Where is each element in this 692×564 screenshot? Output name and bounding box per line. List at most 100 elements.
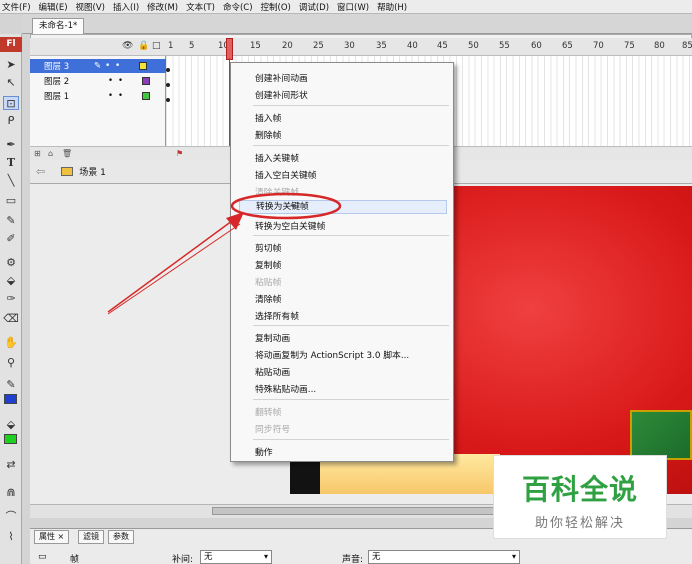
hand-tool-icon[interactable]: ✋ <box>3 336 19 350</box>
keyframe-dot[interactable] <box>166 68 170 72</box>
menu-item-clear-keyframe[interactable]: 清除关键帧 <box>255 185 299 198</box>
menu-item-convert-to-blank-keyframe[interactable]: 转换为空白关键帧 <box>255 219 325 232</box>
ruler-number: 50 <box>468 41 479 51</box>
tab-filters[interactable]: 滤镜 <box>78 530 104 544</box>
brush-tool-icon[interactable]: ✐ <box>3 232 19 246</box>
menu-edit[interactable]: 编辑(E) <box>39 1 68 13</box>
ruler-number: 30 <box>344 41 355 51</box>
rectangle-tool-icon[interactable]: ▭ <box>3 194 19 208</box>
gift-box-artwork <box>630 410 692 460</box>
straighten-option-icon[interactable]: ⌇ <box>3 530 19 544</box>
smooth-option-icon[interactable]: ⌒ <box>3 510 19 524</box>
frame-label: 帧 <box>70 555 80 564</box>
menu-separator <box>253 105 449 106</box>
ruler-number: 55 <box>499 41 510 51</box>
menu-item-copy-frames[interactable]: 复制帧 <box>255 258 281 271</box>
keyframe-dot[interactable] <box>166 98 170 102</box>
layer-color-swatch[interactable] <box>142 77 150 85</box>
tween-select[interactable]: 无 <box>200 550 272 564</box>
menu-item-paste-motion[interactable]: 粘贴动画 <box>255 365 290 378</box>
swap-colors-icon[interactable]: ⇄ <box>3 458 19 472</box>
tab-parameters[interactable]: 参数 <box>108 530 134 544</box>
eyedropper-tool-icon[interactable]: ✑ <box>3 292 19 306</box>
menu-item-copy-motion[interactable]: 复制动画 <box>255 331 290 344</box>
app-logo: Fl <box>0 37 22 52</box>
snap-magnet-icon[interactable]: ⋒ <box>3 486 19 500</box>
menu-text[interactable]: 文本(T) <box>186 1 215 13</box>
ruler-number: 40 <box>407 41 418 51</box>
onion-skin-icon[interactable]: ⚑ <box>176 149 183 158</box>
menu-item-convert-to-keyframe[interactable]: 转换为关键帧 <box>239 200 447 214</box>
menu-separator <box>253 399 449 400</box>
free-transform-tool-icon[interactable]: ⊡ <box>3 96 19 110</box>
document-tab[interactable]: 未命名-1* <box>32 18 85 34</box>
menu-item-reverse-frames[interactable]: 翻转帧 <box>255 405 281 418</box>
menu-item-paste-motion-special[interactable]: 特殊粘贴动画... <box>255 382 316 395</box>
menu-insert[interactable]: 插入(I) <box>113 1 139 13</box>
menu-view[interactable]: 视图(V) <box>76 1 105 13</box>
lasso-tool-icon[interactable]: ᑭ <box>3 114 19 128</box>
layer-row[interactable]: 图层 1 •• <box>30 89 166 103</box>
fill-color-swatch[interactable] <box>4 434 17 444</box>
paint-bucket-tool-icon[interactable]: ⬙ <box>3 274 19 288</box>
context-menu: 创建补间动画 创建补间形状 插入帧 删除帧 插入关键帧 插入空白关键帧 清除关键… <box>230 62 454 462</box>
back-arrow-icon[interactable]: ⇦ <box>36 165 45 178</box>
layer-row[interactable]: 图层 2 •• <box>30 74 166 88</box>
menu-item-actions[interactable]: 動作 <box>255 445 273 458</box>
pen-tool-icon[interactable]: ✒ <box>3 138 19 152</box>
layer-toggles[interactable]: •• <box>105 61 137 71</box>
bone-tool-icon[interactable]: ⚙ <box>3 256 19 270</box>
menu-item-insert-blank-keyframe[interactable]: 插入空白关键帧 <box>255 168 317 181</box>
ruler-number: 20 <box>282 41 293 51</box>
keyframe-dot[interactable] <box>166 83 170 87</box>
menu-item-insert-frame[interactable]: 插入帧 <box>255 111 281 124</box>
playhead[interactable] <box>226 38 233 60</box>
stroke-color-swatch[interactable] <box>4 394 17 404</box>
menu-commands[interactable]: 命令(C) <box>223 1 253 13</box>
layer-color-swatch[interactable] <box>142 92 150 100</box>
menu-item-clear-frames[interactable]: 清除帧 <box>255 292 281 305</box>
menu-item-delete-frame[interactable]: 删除帧 <box>255 128 281 141</box>
stroke-color-icon[interactable]: ✎ <box>3 378 19 392</box>
menu-item-paste-frames[interactable]: 粘贴帧 <box>255 275 281 288</box>
new-layer-icon[interactable]: ⊞ <box>34 149 41 158</box>
ruler-number: 45 <box>437 41 448 51</box>
outline-icon[interactable]: □ <box>152 41 161 51</box>
layer-color-swatch[interactable] <box>139 62 148 70</box>
menu-item-cut-frames[interactable]: 剪切帧 <box>255 241 281 254</box>
menu-item-select-all-frames[interactable]: 选择所有帧 <box>255 309 299 322</box>
menu-item-create-motion-tween[interactable]: 创建补间动画 <box>255 71 308 84</box>
menu-item-create-shape-tween[interactable]: 创建补间形状 <box>255 88 308 101</box>
selection-tool-icon[interactable]: ➤ <box>3 58 19 72</box>
zoom-tool-icon[interactable]: ⚲ <box>3 356 19 370</box>
menu-item-copy-motion-as-as3[interactable]: 将动画复制为 ActionScript 3.0 脚本... <box>255 348 409 361</box>
menu-modify[interactable]: 修改(M) <box>147 1 178 13</box>
scene-label[interactable]: 场景 1 <box>79 165 106 178</box>
subselection-tool-icon[interactable]: ↖ <box>3 76 19 90</box>
line-tool-icon[interactable]: ╲ <box>3 174 19 188</box>
tab-properties[interactable]: 属性 × <box>34 530 70 544</box>
menu-debug[interactable]: 调试(D) <box>299 1 329 13</box>
menu-item-synchronize-symbols[interactable]: 同步符号 <box>255 422 290 435</box>
layer-toggles[interactable]: •• <box>108 76 140 86</box>
menu-help[interactable]: 帮助(H) <box>377 1 407 13</box>
menu-separator <box>253 145 449 146</box>
sound-label: 声音: <box>342 555 364 564</box>
layer-toggles[interactable]: •• <box>108 91 140 101</box>
text-tool-icon[interactable]: T <box>3 156 19 170</box>
pencil-tool-icon[interactable]: ✎ <box>3 214 19 228</box>
sound-select[interactable]: 无 <box>368 550 520 564</box>
layer-row[interactable]: 图层 3 ✎ •• <box>30 59 166 73</box>
eraser-tool-icon[interactable]: ⌫ <box>3 312 19 326</box>
fill-color-icon[interactable]: ⬙ <box>3 418 19 432</box>
menu-window[interactable]: 窗口(W) <box>337 1 369 13</box>
frame-icon: ▭ <box>38 552 47 562</box>
menu-file[interactable]: 文件(F) <box>2 1 31 13</box>
menu-control[interactable]: 控制(O) <box>261 1 291 13</box>
eye-icon[interactable]: 👁 <box>122 41 133 51</box>
menu-item-insert-keyframe[interactable]: 插入关键帧 <box>255 151 299 164</box>
delete-layer-icon[interactable]: 🗑 <box>62 149 72 158</box>
lock-icon[interactable]: 🔒 <box>138 41 149 51</box>
new-folder-icon[interactable]: ⌂ <box>48 149 53 158</box>
tween-label: 补间: <box>172 555 194 564</box>
